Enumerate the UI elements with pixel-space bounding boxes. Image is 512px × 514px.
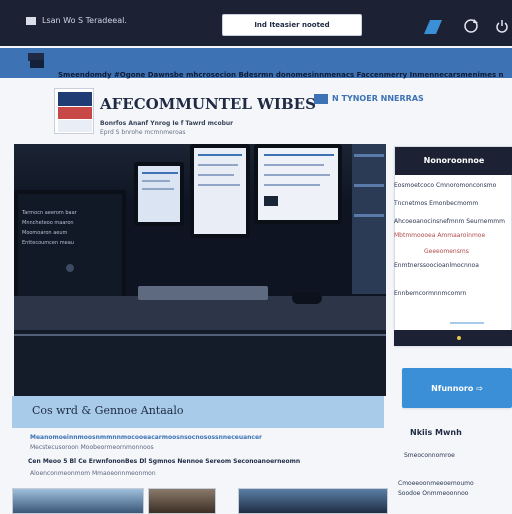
cta-button-label: Nfunnoro ⇨	[431, 383, 483, 393]
sidebar-line-3[interactable]: Ahcoeoanocinsnefmnm Seurnemmm	[394, 218, 512, 225]
hero-caption: Cos wrd & Gennoe Antaalo	[32, 404, 184, 417]
logo-flag	[54, 88, 94, 134]
right-col-line-1[interactable]: Smeoconnomroe	[404, 452, 512, 459]
site-title: AFECOMMUNTEL WIBES	[100, 95, 316, 113]
right-col-title: Nkiis Mwnh	[410, 428, 462, 437]
sidebar-line-1[interactable]: Eosmoetcoco Cmnoromonconsmo	[394, 182, 512, 189]
power-icon[interactable]	[496, 18, 508, 34]
monitor-left: Tarmocn aeerom baar Mnncheteoo maaron Mo…	[14, 190, 126, 302]
top-left-badge	[26, 17, 36, 25]
sidebar-line-7[interactable]: Ennbemcormnnmcomrn	[394, 290, 512, 297]
main-paragraph-1: Meanomoeinnmoosnmmnnmocooeacarmoosnsocno…	[30, 434, 263, 441]
refresh-icon[interactable]	[462, 17, 480, 35]
sidebar-panel: Nonoroonnoe	[394, 146, 512, 346]
right-col-line-2[interactable]: Cmoeeoonmeeoemoumo	[398, 480, 512, 487]
thumbnail-2[interactable]	[148, 488, 216, 514]
nav-ticker[interactable]: Smeendomdy #Ogone Dawnsbe mhcrosecion Bd…	[58, 62, 506, 81]
nav-bar-small-icon[interactable]	[30, 60, 44, 68]
send-icon[interactable]	[424, 19, 442, 34]
main-paragraph-4: Aloenconmeonmom Mmaoeonnmeonmon	[30, 470, 156, 477]
tagline: Bonrfos Ananf Ynrog Ie f Tawrd mcobur	[100, 120, 234, 127]
search-input-value: Ind Iteasier nooted	[254, 21, 330, 29]
sidebar-header: Nonoroonnoe	[395, 147, 512, 175]
tagline-secondary: Eprd S bnrohe mcmnmeroas	[100, 129, 186, 136]
sidebar-line-5[interactable]: Geeeomensms	[424, 248, 504, 255]
main-paragraph-3: Cen Meoo 5 Bl Ce ErwnfononBes Dl Sgmnos …	[28, 458, 301, 465]
monitor-left-line-1: Tarmocn aeerom baar	[22, 210, 77, 216]
branding-right-icon	[314, 94, 328, 104]
monitor-left-line-2: Mnncheteoo maaron	[22, 220, 74, 226]
top-search-input[interactable]: Ind Iteasier nooted	[222, 14, 362, 36]
hero-image: Tarmocn aeerom baar Mnncheteoo maaron Mo…	[14, 144, 386, 396]
monitor-center	[190, 144, 250, 238]
sidebar-line-6[interactable]: Enmtnerssoocioanlmocnnoa	[394, 262, 512, 269]
cta-button[interactable]: Nfunnoro ⇨	[402, 368, 512, 408]
thumbnail-3[interactable]	[238, 488, 388, 514]
sidebar-footer-bar	[394, 330, 512, 346]
monitor-center-left	[134, 162, 184, 226]
monitor-left-line-4: Enttecoumcen meau	[22, 240, 74, 246]
branding-right-label[interactable]: N TYNOER NNERRAS	[332, 94, 452, 103]
sidebar-line-2[interactable]: Tncnetmos Emonbecmomm	[394, 200, 512, 207]
thumbnail-1[interactable]	[12, 488, 144, 514]
sidebar-line-4[interactable]: Mbtmmoooea Ammaaroinmoe	[394, 232, 512, 239]
sidebar-footer-dot	[457, 336, 461, 340]
main-paragraph-2: Mecstecusoroon Moobeormeornmonnoos	[30, 444, 154, 451]
monitor-left-line-3: Moomoaron aeum	[22, 230, 68, 236]
right-col-line-3[interactable]: Soodoe Onmmeoonnoo	[398, 490, 512, 497]
top-left-text: Lsan Wo S Teradeeal.	[42, 16, 127, 25]
nav-ticker-text: Smeendomdy #Ogone Dawnsbe mhcrosecion Bd…	[58, 71, 506, 79]
monitor-right	[254, 144, 342, 224]
sidebar-divider	[450, 322, 484, 324]
